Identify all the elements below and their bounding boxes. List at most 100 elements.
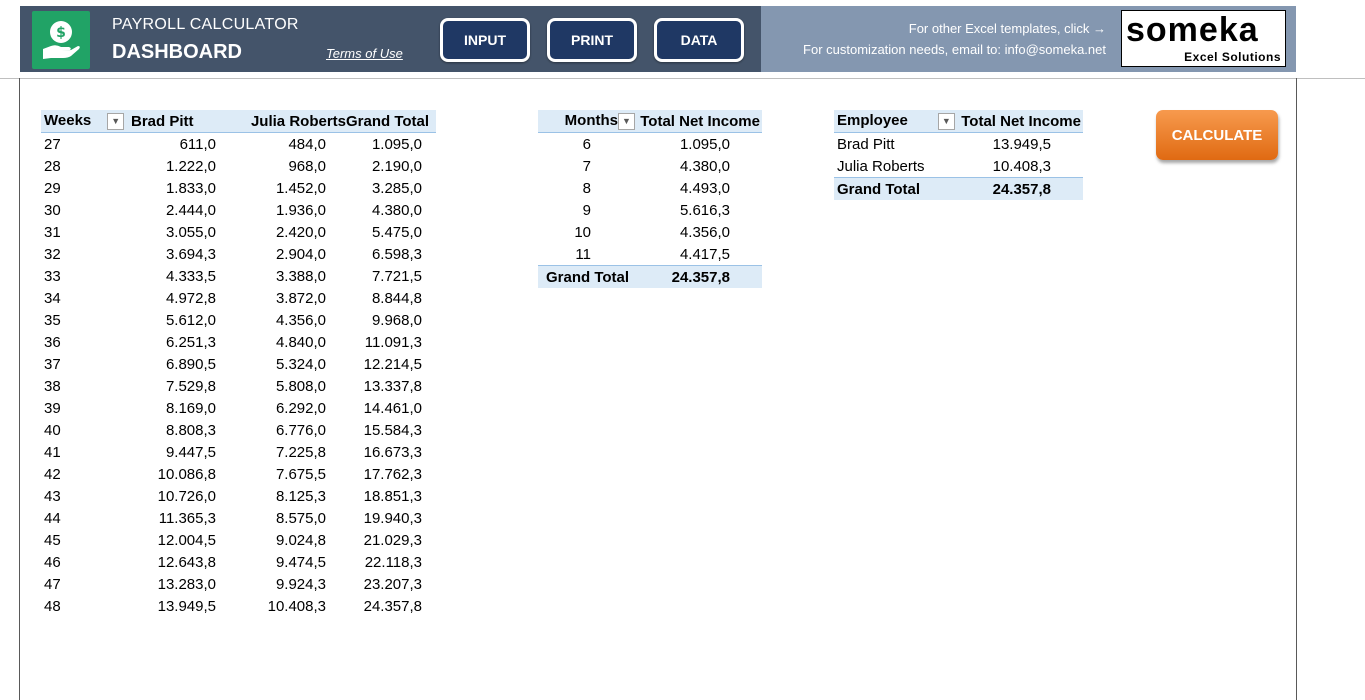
print-button[interactable]: PRINT [547, 18, 637, 62]
month-row: 7 4.380,0 [538, 155, 762, 177]
grand-total-value: 24.357,8 [635, 265, 762, 288]
weeks-header: Weeks ▼ [41, 110, 131, 133]
table-cell: 7 [582, 157, 591, 175]
week-row: 47 13.283,0 9.924,3 23.207,3 [41, 573, 436, 595]
table-cell: 6.776,0 [275, 421, 326, 439]
month-row: 6 1.095,0 [538, 133, 762, 156]
employee-row: Julia Roberts 10.408,3 [834, 155, 1083, 178]
weekly-pivot-table: Weeks ▼ Brad Pitt Julia Roberts Grand Tot… [41, 110, 436, 617]
table-cell: 21.029,3 [363, 531, 422, 549]
table-cell: 2.444,0 [165, 201, 216, 219]
table-cell: 8.169,0 [165, 399, 216, 417]
table-cell: 1.095,0 [371, 135, 422, 153]
employee-row: Brad Pitt 13.949,5 [834, 133, 1083, 156]
weeks-filter-dropdown-icon[interactable]: ▼ [107, 112, 125, 130]
input-button[interactable]: INPUT [440, 18, 530, 62]
employee-header: Employee ▼ [834, 110, 956, 133]
week-row: 43 10.726,0 8.125,3 18.851,3 [41, 485, 436, 507]
julia-roberts-header: Julia Roberts [226, 110, 346, 133]
table-cell: 8.808,3 [165, 421, 216, 439]
table-cell: 7.675,5 [275, 465, 326, 483]
table-cell: 10.408,3 [992, 157, 1051, 175]
table-cell: 10.408,3 [267, 597, 326, 615]
table-cell: 3.388,0 [275, 267, 326, 285]
week-row: 41 9.447,5 7.225,8 16.673,3 [41, 441, 436, 463]
table-cell: Brad Pitt [837, 135, 895, 153]
terms-of-use-link[interactable]: Terms of Use [326, 46, 403, 61]
brad-pitt-header: Brad Pitt [131, 110, 226, 133]
table-cell: 12.214,5 [363, 355, 422, 373]
table-cell: 47 [44, 575, 61, 593]
table-cell: 19.940,3 [363, 509, 422, 527]
table-cell: 23.207,3 [363, 575, 422, 593]
table-cell: 11 [575, 245, 591, 263]
table-cell: 8.844,8 [371, 289, 422, 307]
table-cell: 2.420,0 [275, 223, 326, 241]
table-cell: 6.598,3 [371, 245, 422, 263]
table-cell: 3.694,3 [165, 245, 216, 263]
table-cell: 3.872,0 [275, 289, 326, 307]
templates-link[interactable]: For other Excel templates, click → [909, 21, 1106, 36]
table-cell: 8.575,0 [275, 509, 326, 527]
week-row: 33 4.333,5 3.388,0 7.721,5 [41, 265, 436, 287]
months-header: Months ▼ [538, 110, 635, 133]
app-title: PAYROLL CALCULATOR [112, 16, 299, 33]
table-cell: 44 [44, 509, 61, 527]
table-cell: 4.972,8 [165, 289, 216, 307]
table-cell: 7.529,8 [165, 377, 216, 395]
week-row: 36 6.251,3 4.840,0 11.091,3 [41, 331, 436, 353]
week-row: 44 11.365,3 8.575,0 19.940,3 [41, 507, 436, 529]
week-row: 46 12.643,8 9.474,5 22.118,3 [41, 551, 436, 573]
data-button[interactable]: DATA [654, 18, 744, 62]
month-row: 8 4.493,0 [538, 177, 762, 199]
table-cell: 10 [574, 223, 591, 241]
sheet-right-border [1296, 78, 1297, 700]
table-cell: 484,0 [288, 135, 326, 153]
table-cell: 611,0 [179, 135, 216, 153]
employee-filter-dropdown-icon[interactable]: ▼ [937, 112, 955, 130]
table-cell: 5.612,0 [165, 311, 216, 329]
table-cell: 1.833,0 [165, 179, 216, 197]
month-row: 11 4.417,5 [538, 243, 762, 266]
table-cell: 33 [44, 267, 61, 285]
table-cell: 40 [44, 421, 61, 439]
table-cell: 3.055,0 [165, 223, 216, 241]
table-cell: 13.949,5 [992, 135, 1051, 153]
sheet-left-border [19, 78, 20, 700]
table-cell: 12.643,8 [157, 553, 216, 571]
table-cell: 39 [44, 399, 61, 417]
calculate-button[interactable]: CALCULATE [1156, 110, 1278, 160]
table-cell: 18.851,3 [363, 487, 422, 505]
months-sort-dropdown-icon[interactable]: ▼ [618, 112, 635, 130]
monthly-pivot-table: Months ▼ Total Net Income 6 1.095,0 7 4.380,… [538, 110, 762, 288]
table-cell: 37 [44, 355, 61, 373]
someka-logo[interactable]: someka Excel Solutions [1121, 10, 1286, 67]
table-cell: 13.337,8 [363, 377, 422, 395]
table-cell: 13.283,0 [157, 575, 216, 593]
table-cell: 4.356,0 [679, 223, 730, 241]
table-cell: 30 [44, 201, 61, 219]
table-cell: 13.949,5 [157, 597, 216, 615]
table-cell: 2.190,0 [371, 157, 422, 175]
table-cell: 35 [44, 311, 61, 329]
week-row: 27 611,0 484,0 1.095,0 [41, 133, 436, 156]
table-cell: 1.452,0 [275, 179, 326, 197]
table-cell: 6 [582, 135, 591, 153]
table-cell: 38 [44, 377, 61, 395]
table-cell: 16.673,3 [363, 443, 422, 461]
table-cell: 28 [44, 157, 61, 175]
week-row: 30 2.444,0 1.936,0 4.380,0 [41, 199, 436, 221]
table-cell: 34 [44, 289, 61, 307]
employee-pivot-table: Employee ▼ Total Net Income Brad Pitt 13.9… [834, 110, 1083, 200]
table-cell: 4.840,0 [275, 333, 326, 351]
table-cell: 32 [44, 245, 61, 263]
week-row: 40 8.808,3 6.776,0 15.584,3 [41, 419, 436, 441]
table-cell: 43 [44, 487, 61, 505]
grand-total-header: Grand Total [346, 110, 436, 133]
table-cell: 4.356,0 [275, 311, 326, 329]
grand-total-label: Grand Total [538, 265, 635, 288]
table-cell: 24.357,8 [363, 597, 422, 615]
table-cell: 9.447,5 [165, 443, 216, 461]
table-cell: 4.380,0 [371, 201, 422, 219]
table-cell: 27 [44, 135, 61, 153]
